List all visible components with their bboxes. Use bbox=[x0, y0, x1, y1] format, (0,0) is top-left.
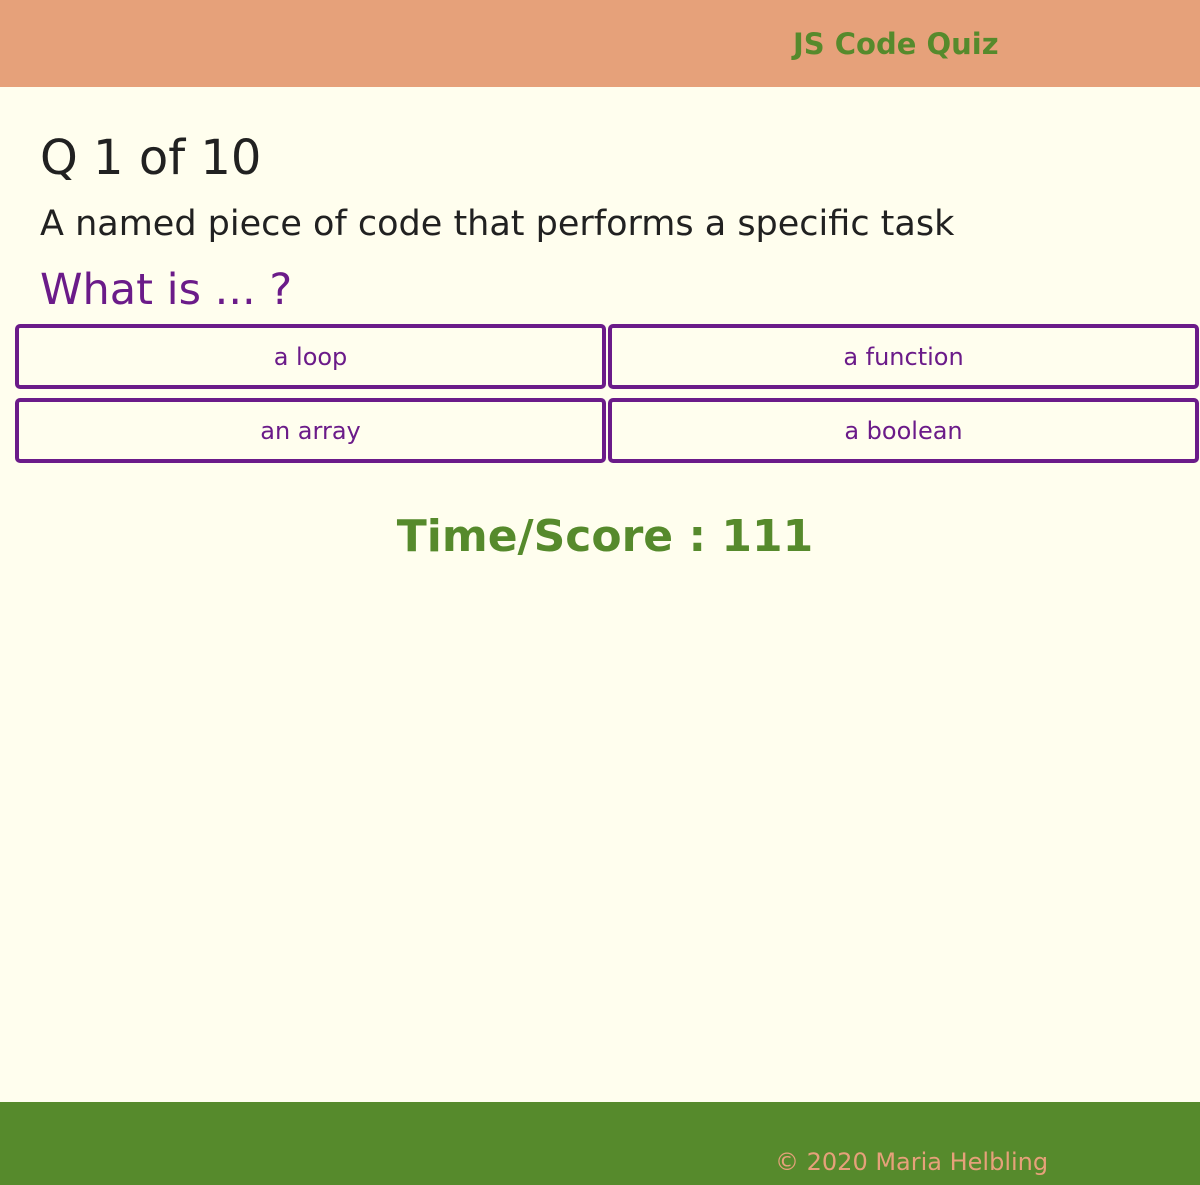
question-counter: Q 1 of 10 bbox=[40, 130, 262, 186]
answer-button-function[interactable]: a function bbox=[608, 324, 1199, 389]
answer-button-boolean[interactable]: a boolean bbox=[608, 398, 1199, 463]
site-footer: © 2020 Maria Helbling bbox=[0, 1102, 1200, 1185]
answer-button-loop[interactable]: a loop bbox=[15, 324, 606, 389]
question-prompt: What is ... ? bbox=[40, 265, 293, 315]
time-score: Time/Score : 111 bbox=[396, 511, 814, 562]
site-header: JS Code Quiz bbox=[0, 0, 1200, 87]
site-title: JS Code Quiz bbox=[793, 27, 999, 61]
copyright-text: © 2020 Maria Helbling bbox=[775, 1148, 1049, 1176]
question-text: A named piece of code that performs a sp… bbox=[40, 204, 955, 244]
answer-button-array[interactable]: an array bbox=[15, 398, 606, 463]
